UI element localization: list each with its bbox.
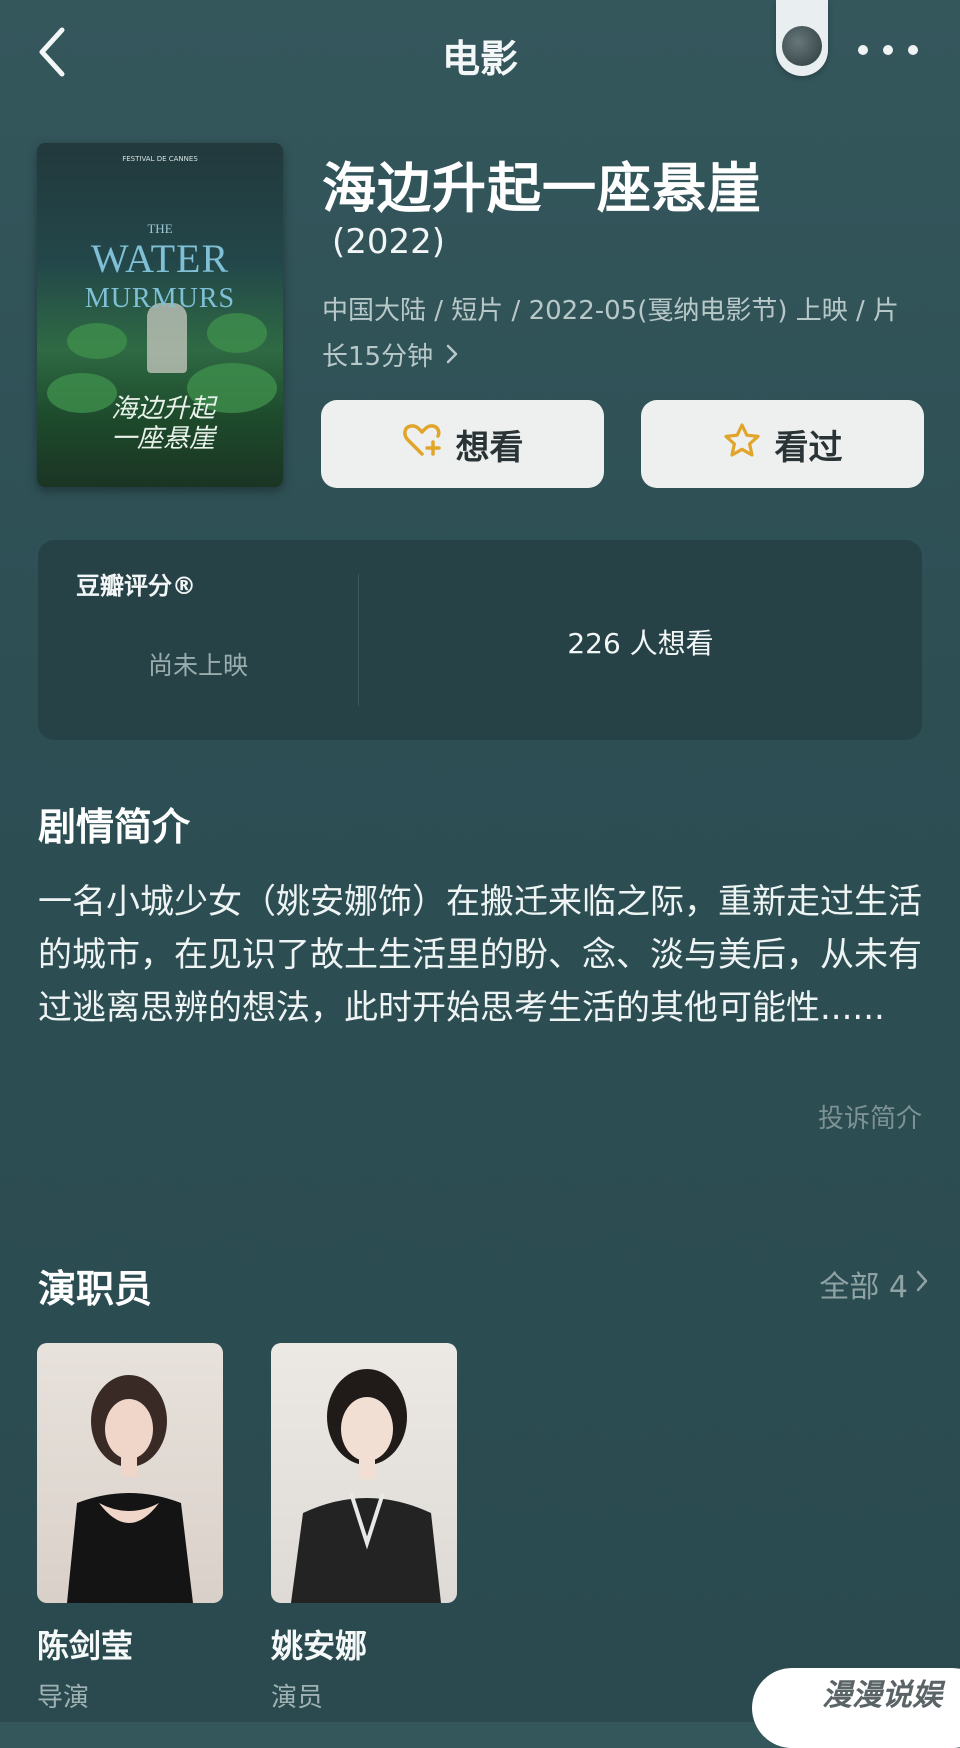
poster-title-line3: MURMURS <box>84 283 236 314</box>
watermark-text: 漫漫说娱 <box>822 1678 942 1713</box>
cast-all-label: 全部 4 <box>819 1270 908 1305</box>
report-synopsis-link[interactable]: 投诉简介 <box>818 1098 922 1135</box>
portrait-illustration <box>67 1375 193 1603</box>
cast-role: 导演 <box>37 1683 90 1713</box>
more-options-button[interactable] <box>858 36 918 64</box>
movie-year: (2022) <box>332 222 446 262</box>
want-to-watch-button[interactable]: 想看 <box>321 400 604 488</box>
cast-photo <box>271 1343 457 1603</box>
cast-role: 演员 <box>271 1683 324 1713</box>
more-dot-icon <box>858 45 868 55</box>
rating-card[interactable]: 豆瓣评分® 尚未上映 226 人想看 <box>38 540 922 740</box>
rating-label: 豆瓣评分® <box>76 572 196 600</box>
poster-cn-line1: 海边升起 <box>110 394 215 424</box>
movie-poster[interactable]: FESTIVAL DE CANNES THE WATER MURMURS 海边升… <box>37 143 283 487</box>
more-dot-icon <box>883 45 893 55</box>
cast-heading: 演职员 <box>38 1267 153 1311</box>
movie-meta-text: 中国大陆 / 短片 / 2022-05(戛纳电影节) 上映 / 片长15分钟 <box>322 296 900 372</box>
nav-bar: 电影 <box>0 0 960 100</box>
poster-cn-line2: 一座悬崖 <box>110 423 215 454</box>
synopsis-text: 一名小城少女（姚安娜饰）在搬迁来临之际，重新走过生活的城市，在见识了故土生活里的… <box>38 882 922 1028</box>
cast-photo <box>37 1343 223 1603</box>
chevron-right-icon <box>914 1267 930 1302</box>
watched-label: 看过 <box>774 427 843 468</box>
movie-title: 海边升起一座悬崖 <box>322 157 762 220</box>
portrait-illustration <box>291 1369 441 1603</box>
cast-name: 陈剑莹 <box>37 1627 134 1665</box>
more-dot-icon <box>908 45 918 55</box>
floating-player-thumbnail[interactable] <box>776 0 828 76</box>
watched-button[interactable]: 看过 <box>641 400 924 488</box>
star-icon <box>723 422 761 467</box>
poster-foliage <box>207 313 267 353</box>
poster-foliage <box>67 323 127 359</box>
want-count: 226 人想看 <box>567 627 714 660</box>
rating-status: 尚未上映 <box>147 651 248 680</box>
cast-name: 姚安娜 <box>271 1627 368 1665</box>
poster-chinese-title: 海边升起 一座悬崖 <box>103 394 223 455</box>
poster-title-line2: WATER <box>90 236 230 281</box>
synopsis-heading: 剧情简介 <box>38 805 191 849</box>
chevron-right-icon <box>445 334 459 380</box>
cast-card[interactable]: 姚安娜 演员 <box>271 1343 457 1714</box>
movie-meta-link[interactable]: 中国大陆 / 短片 / 2022-05(戛纳电影节) 上映 / 片长15分钟 <box>322 288 922 380</box>
poster-festival-text: FESTIVAL DE CANNES <box>122 155 198 163</box>
want-to-watch-label: 想看 <box>455 427 524 468</box>
cast-card[interactable]: 陈剑莹 导演 <box>37 1343 223 1714</box>
thumbnail-image <box>782 26 822 66</box>
heart-plus-icon <box>402 422 442 467</box>
cast-all-link[interactable]: 全部 4 <box>819 1262 930 1306</box>
